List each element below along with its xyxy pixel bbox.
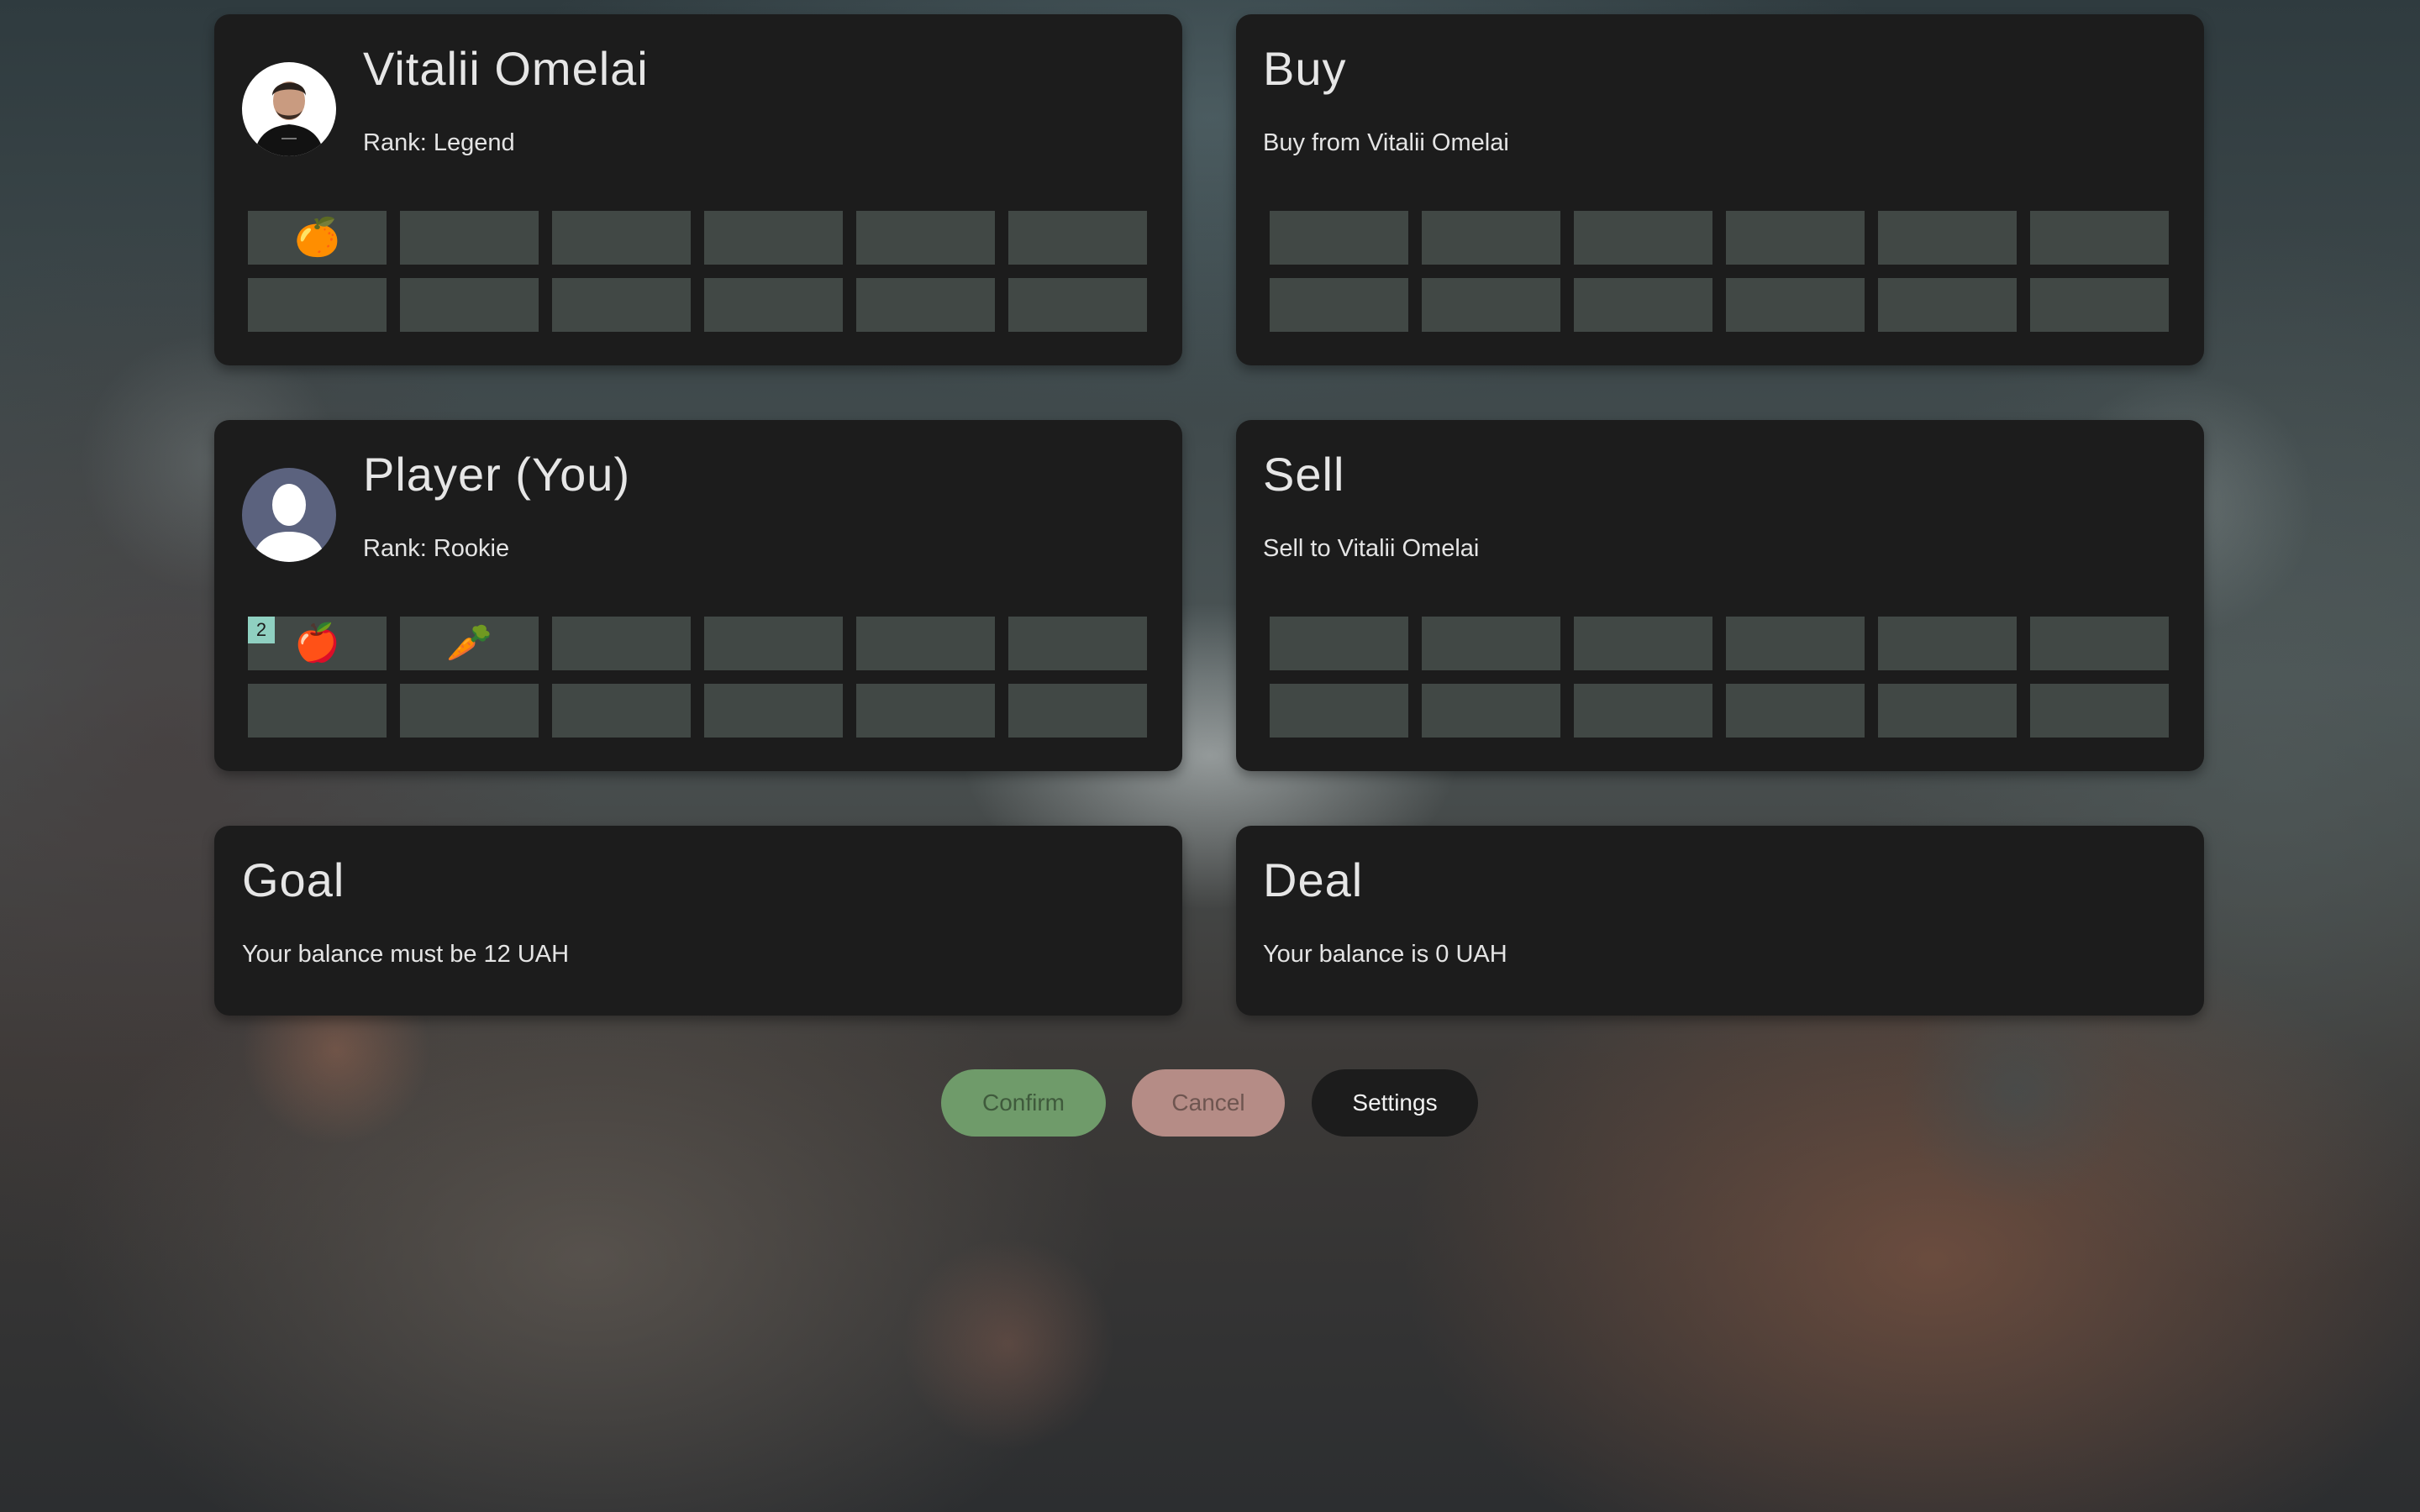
goal-text: Your balance must be 12 UAH [242, 941, 570, 968]
trader-card: Vitalii Omelai Rank: Legend 🍊 [214, 14, 1182, 365]
trader-slot[interactable] [856, 211, 995, 265]
settings-button[interactable]: Settings [1312, 1069, 1478, 1137]
trader-avatar [242, 62, 336, 156]
player-slot[interactable] [1008, 684, 1147, 738]
buy-slot[interactable] [1878, 278, 2017, 332]
sell-slot[interactable] [1878, 684, 2017, 738]
trader-slot[interactable] [856, 278, 995, 332]
player-slot[interactable] [856, 617, 995, 670]
player-slot[interactable] [248, 684, 387, 738]
sell-slot[interactable] [1574, 684, 1712, 738]
sell-slot[interactable] [2030, 617, 2169, 670]
trader-slot[interactable] [1008, 211, 1147, 265]
buy-slot[interactable] [1270, 278, 1408, 332]
trader-slot[interactable] [400, 278, 539, 332]
player-card: Player (You) Rank: Rookie 2 🍎 🥕 [214, 420, 1182, 771]
player-slot[interactable]: 2 🍎 [248, 617, 387, 670]
buy-card: Buy Buy from Vitalii Omelai [1236, 14, 2204, 365]
goal-title: Goal [242, 853, 345, 906]
player-slot[interactable] [704, 617, 843, 670]
confirm-button[interactable]: Confirm [941, 1069, 1106, 1137]
trader-name: Vitalii Omelai [363, 42, 649, 95]
player-inventory-grid: 2 🍎 🥕 [248, 617, 1147, 738]
carrot-icon: 🥕 [446, 622, 492, 664]
buy-slot[interactable] [1422, 211, 1560, 265]
buy-slot[interactable] [1726, 211, 1865, 265]
deal-card: Deal Your balance is 0 UAH [1236, 826, 2204, 1016]
player-slot[interactable] [1008, 617, 1147, 670]
deal-title: Deal [1263, 853, 1364, 906]
sell-card: Sell Sell to Vitalii Omelai [1236, 420, 2204, 771]
trader-slot[interactable]: 🍊 [248, 211, 387, 265]
sell-slot[interactable] [1726, 684, 1865, 738]
orange-icon: 🍊 [294, 216, 340, 259]
sell-slots-grid [1270, 617, 2169, 738]
trader-slot[interactable] [400, 211, 539, 265]
buy-slots-grid [1270, 211, 2169, 332]
cancel-button[interactable]: Cancel [1132, 1069, 1285, 1137]
sell-slot[interactable] [1574, 617, 1712, 670]
sell-slot[interactable] [1726, 617, 1865, 670]
trader-slot[interactable] [704, 211, 843, 265]
player-avatar [242, 468, 336, 562]
trader-slot[interactable] [1008, 278, 1147, 332]
player-slot[interactable] [400, 684, 539, 738]
sell-slot[interactable] [2030, 684, 2169, 738]
trader-slot[interactable] [552, 278, 691, 332]
player-slot[interactable] [704, 684, 843, 738]
sell-subtitle: Sell to Vitalii Omelai [1263, 535, 1480, 562]
sell-slot[interactable] [1270, 684, 1408, 738]
apple-icon: 🍎 [294, 622, 340, 664]
buy-slot[interactable] [1422, 278, 1560, 332]
player-slot[interactable]: 🥕 [400, 617, 539, 670]
player-rank: Rank: Rookie [363, 535, 510, 562]
person-photo-icon [242, 62, 336, 156]
sell-title: Sell [1263, 448, 1345, 501]
user-silhouette-icon [242, 468, 336, 562]
buy-slot[interactable] [2030, 278, 2169, 332]
trader-slot[interactable] [552, 211, 691, 265]
item-count-badge: 2 [248, 617, 275, 643]
buy-title: Buy [1263, 42, 1347, 95]
buy-slot[interactable] [1270, 211, 1408, 265]
trader-slot[interactable] [248, 278, 387, 332]
sell-slot[interactable] [1270, 617, 1408, 670]
player-slot[interactable] [856, 684, 995, 738]
player-slot[interactable] [552, 617, 691, 670]
sell-slot[interactable] [1422, 617, 1560, 670]
buy-slot[interactable] [1726, 278, 1865, 332]
buy-subtitle: Buy from Vitalii Omelai [1263, 129, 1509, 156]
buy-slot[interactable] [1574, 211, 1712, 265]
deal-balance: Your balance is 0 UAH [1263, 941, 1507, 968]
player-slot[interactable] [552, 684, 691, 738]
sell-slot[interactable] [1422, 684, 1560, 738]
buy-slot[interactable] [1878, 211, 2017, 265]
trader-inventory-grid: 🍊 [248, 211, 1147, 332]
player-name: Player (You) [363, 448, 631, 501]
trader-slot[interactable] [704, 278, 843, 332]
goal-card: Goal Your balance must be 12 UAH [214, 826, 1182, 1016]
sell-slot[interactable] [1878, 617, 2017, 670]
buy-slot[interactable] [2030, 211, 2169, 265]
trader-rank: Rank: Legend [363, 129, 515, 156]
buy-slot[interactable] [1574, 278, 1712, 332]
